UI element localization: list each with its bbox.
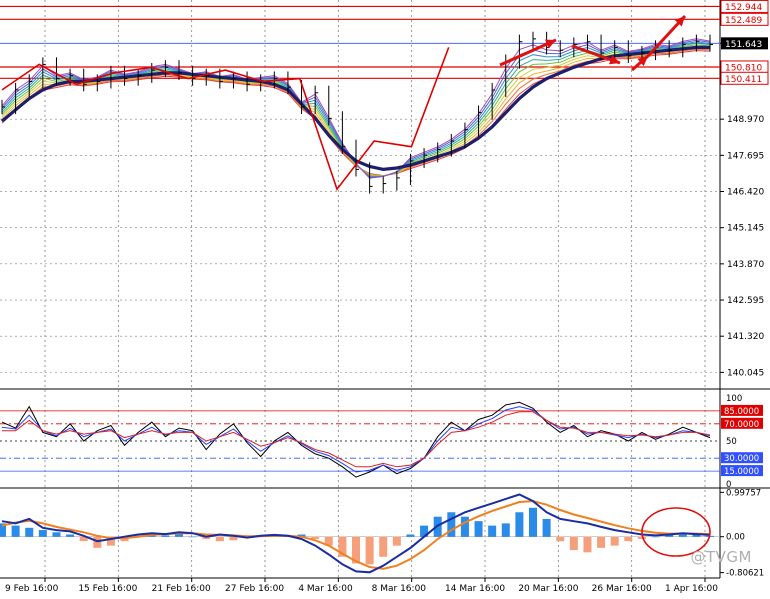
price-tick-label: 142.595 [727,296,764,306]
level-price-label: 152.489 [725,16,762,26]
macd-histogram-bar [474,521,483,537]
stochastic-tick-label: 50 [726,437,737,447]
time-axis-label: 4 Mar 16:00 [298,584,353,594]
price-tick-label: 147.695 [727,151,764,161]
macd-histogram-bar [175,534,183,537]
macd-histogram-bar [188,536,197,538]
macd-histogram-bar [488,525,497,537]
macd-histogram-bar [624,536,633,542]
macd-histogram-bar [610,536,619,546]
time-axis-label: 15 Feb 16:00 [78,584,137,594]
macd-histogram-bar [25,527,34,537]
price-tick-label: 140.045 [727,368,764,378]
chart-svg: 9 Feb 16:00 15 Feb 16:00 21 Feb 16:00 27 Fe… [0,0,770,594]
level-price-label: 152.944 [725,3,762,13]
macd-histogram-bar [515,512,524,537]
macd-histogram-bar [651,536,660,538]
macd-histogram-bar [597,536,606,548]
time-axis-label: 20 Mar 16:00 [518,584,578,594]
time-axis-label: 8 Mar 16:00 [372,584,427,594]
macd-tick-label: 0.99757 [726,488,761,498]
macd-tick-label: -0.80621 [726,569,764,579]
macd-histogram-bar [529,507,537,537]
price-tick-label: 145.145 [727,224,764,234]
time-axis-label: 26 Mar 16:00 [592,584,652,594]
time-axis-label: 27 Feb 16:00 [225,584,284,594]
macd-histogram-bar [379,536,388,557]
current-price-label: 151.643 [725,40,762,50]
stochastic-tick-label: 85.0000 [724,407,759,417]
price-tick-label: 141.320 [727,332,764,342]
macd-histogram-bar [52,532,61,537]
macd-histogram-bar [229,536,238,541]
macd-histogram-bar [66,534,75,537]
level-price-label: 150.411 [725,75,762,85]
price-tick-label: 143.870 [727,260,764,270]
stochastic-tick-label: 70.0000 [724,420,759,430]
macd-histogram-bar [161,535,170,537]
watermark: @TVGM [690,548,752,566]
macd-histogram-bar [215,536,224,542]
macd-histogram-bar [365,536,374,565]
stochastic-line [1,401,711,478]
time-axis-label: 21 Feb 16:00 [152,584,211,594]
time-axis-label: 14 Mar 16:00 [445,584,505,594]
macd-tick-label: 0.00 [726,533,745,543]
time-axis-label: 1 Apr 16:00 [665,584,718,594]
price-tick-label: 148.970 [727,115,764,125]
price-tick-label: 146.420 [727,188,764,198]
macd-histogram-bar [460,516,469,537]
macd-histogram-bar [501,523,510,537]
macd-histogram-bar [93,536,102,548]
macd-histogram-bar [556,536,565,542]
macd-histogram-bar [569,536,578,551]
macd-histogram-bar [38,530,47,537]
stochastic-line [1,406,711,473]
macd-histogram-bar [542,518,551,537]
macd-histogram-bar [406,534,415,537]
macd-histogram-bar [583,536,592,553]
time-axis-label: 9 Feb 16:00 [5,584,59,594]
forex-chart: 9 Feb 16:00 15 Feb 16:00 21 Feb 16:00 27 Fe… [0,0,770,595]
macd-histogram-bar [11,525,20,537]
stochastic-tick-label: 30.0000 [724,454,759,464]
stochastic-tick-label: 100 [726,394,742,404]
stochastic-tick-label: 15.0000 [724,467,759,477]
macd-histogram-bar [392,536,401,546]
